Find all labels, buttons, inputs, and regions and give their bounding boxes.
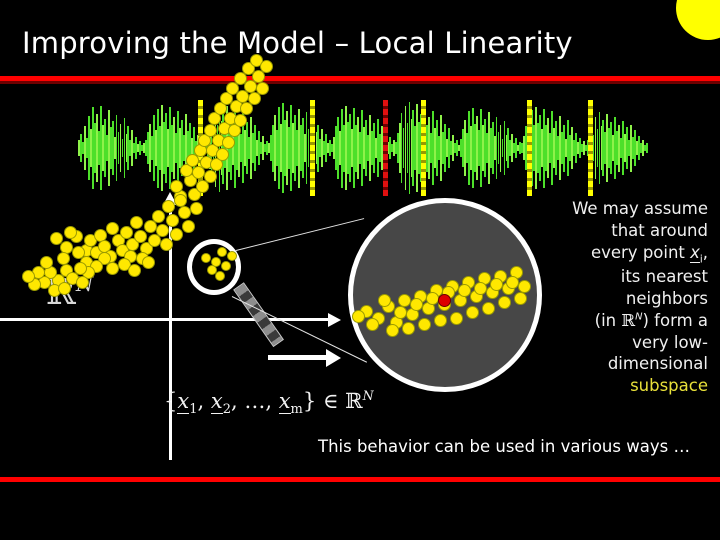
zoom-dot — [365, 317, 379, 331]
zoom-dot — [473, 281, 487, 295]
manifold-dot — [57, 281, 71, 295]
slide-footer: Sparse Modeling of Graph-Structured Data… — [0, 482, 720, 540]
explanation-line-5: neighbors — [625, 289, 708, 309]
explanation-line-8: dimensional — [607, 354, 708, 374]
zoom-dot — [481, 301, 495, 315]
explanation-line-4: its nearest — [620, 267, 708, 287]
zoom-dot — [433, 313, 447, 327]
manifold-dot — [169, 227, 183, 241]
zoom-dot — [497, 295, 511, 309]
manifold-dot — [255, 81, 269, 95]
zoom-dot — [393, 305, 407, 319]
manifold-dot — [75, 275, 89, 289]
zoom-dot — [513, 291, 527, 305]
sample-set-formula: {x1, x2, …, xm} ∈ ℝN — [164, 388, 374, 418]
manifold-dot — [119, 225, 133, 239]
manifold-dot — [215, 147, 229, 161]
zoom-dot — [465, 305, 479, 319]
manifold-dot — [63, 225, 77, 239]
manifold-dot — [233, 113, 247, 127]
manifold-dot — [177, 205, 191, 219]
zoom-dot — [489, 277, 503, 291]
manifold-dot — [203, 169, 217, 183]
manifold-dot — [165, 213, 179, 227]
zoom-indicator-arrowhead — [326, 349, 341, 367]
zoom-dot — [425, 291, 439, 305]
manifold-dot — [221, 135, 235, 149]
horizontal-axis-arrow — [328, 313, 341, 327]
zoom-indicator-arrow — [268, 355, 326, 360]
zoom-dot — [505, 275, 519, 289]
explanation-text: We may assume that around every point xi… — [556, 198, 708, 397]
waveform-marker[interactable] — [421, 100, 426, 196]
zoom-dot — [517, 279, 531, 293]
manifold-dot — [259, 59, 273, 73]
formula-ellipsis: , …, — [230, 389, 279, 413]
formula-sub-1: 1 — [189, 402, 198, 418]
formula-close: } ∈ — [302, 389, 346, 413]
waveform-marker[interactable] — [527, 100, 532, 196]
formula-sub-3: m — [290, 402, 303, 418]
formula-term-1: x — [177, 389, 190, 414]
manifold-dot — [56, 251, 70, 265]
explanation-line-6: (in ℝN) form a — [594, 310, 708, 330]
audio-waveform — [78, 100, 648, 196]
manifold-dot — [151, 209, 165, 223]
formula-open-brace: { — [164, 389, 178, 413]
formula-space-symbol: ℝ — [345, 389, 363, 413]
waveform-bar — [646, 143, 648, 153]
waveform-marker[interactable] — [310, 100, 315, 196]
zoom-dot — [409, 297, 423, 311]
manifold-dot — [127, 263, 141, 277]
zoom-dot — [401, 321, 415, 335]
page-title: Improving the Model – Local Linearity — [22, 26, 573, 60]
manifold-dot — [133, 229, 147, 243]
manifold-dot — [155, 223, 169, 237]
zoom-dot — [377, 293, 391, 307]
magnifier-dot — [201, 253, 211, 263]
zoom-dot — [449, 311, 463, 325]
waveform-marker[interactable] — [588, 100, 593, 196]
manifold-dot — [181, 219, 195, 233]
waveform-marker-highlight[interactable] — [383, 100, 388, 196]
zoom-dot — [397, 293, 411, 307]
manifold-dot — [169, 179, 183, 193]
formula-term-3: x — [278, 389, 291, 414]
manifold-dot — [189, 201, 203, 215]
explanation-line-9-highlight: subspace — [630, 376, 708, 396]
explanation-line-1: We may assume — [572, 199, 708, 218]
formula-sub-2: 2 — [222, 402, 231, 418]
manifold-dot — [129, 215, 143, 229]
formula-space-exponent: N — [362, 388, 374, 403]
manifold-dot — [159, 237, 173, 251]
slide-caption: This behavior can be used in various way… — [318, 437, 690, 456]
title-rule-shadow — [0, 81, 720, 84]
magnifier-dot — [227, 251, 237, 261]
zoom-dot — [417, 317, 431, 331]
slide-canvas: Improving the Model – Local Linearity ℝN… — [0, 0, 720, 540]
manifold-dot — [161, 199, 175, 213]
zoom-dot — [457, 283, 471, 297]
corner-disc-decoration — [676, 0, 720, 40]
magnifier-dot — [215, 271, 225, 281]
explanation-line-7: very low- — [632, 332, 708, 352]
zoom-dot — [351, 309, 365, 323]
magnifier-dot — [221, 261, 231, 271]
zoom-center-dot — [437, 293, 451, 307]
manifold-dot — [141, 255, 155, 269]
zoom-dot — [385, 323, 399, 337]
explanation-line-3: every point xi, — [590, 242, 708, 265]
magnifier-dot — [217, 247, 227, 257]
explanation-var: x — [690, 242, 700, 263]
manifold-dot — [21, 269, 35, 283]
formula-term-2: x — [210, 389, 223, 414]
explanation-line-2: that around — [611, 220, 708, 240]
manifold-dot — [105, 221, 119, 235]
manifold-dot — [173, 193, 187, 207]
